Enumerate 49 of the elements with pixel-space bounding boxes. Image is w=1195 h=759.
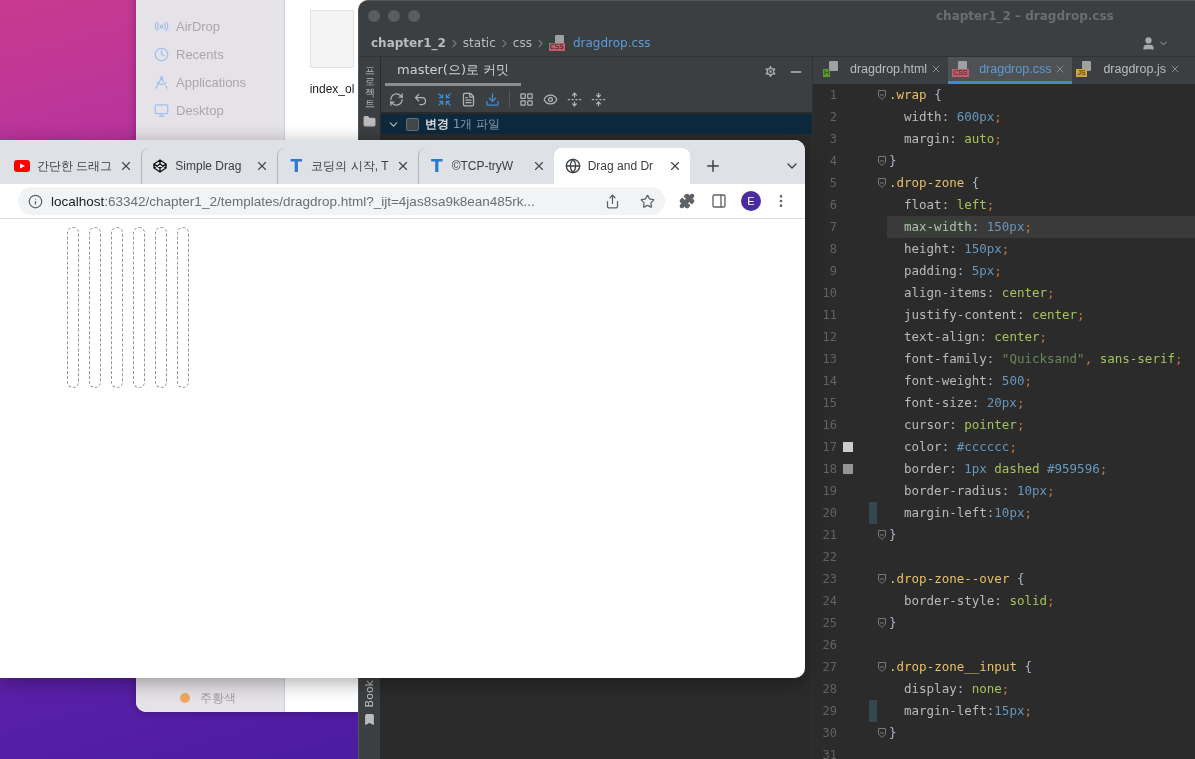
line-number: 8: [828, 242, 837, 256]
line-number: 16: [821, 418, 837, 432]
profile-avatar[interactable]: E: [741, 191, 761, 211]
line-number: 23: [821, 572, 837, 586]
line-number: 14: [821, 374, 837, 388]
line-number: 21: [821, 528, 837, 542]
browser-tab[interactable]: T 코딩의 시작, T: [277, 148, 418, 184]
line-number: 11: [821, 308, 837, 322]
browser-tab[interactable]: Drag and Dr: [553, 148, 690, 184]
line-number: 13: [821, 352, 837, 366]
line-number: 4: [828, 154, 837, 168]
line-number: 28: [821, 682, 837, 696]
line-number: 30: [821, 726, 837, 740]
favicon-letter: T: [429, 156, 444, 176]
tool-window-label[interactable]: 프로젝트: [364, 65, 375, 109]
line-number: 3: [828, 132, 837, 146]
browser-tab[interactable]: 간단한 드래그: [3, 148, 142, 184]
file-name[interactable]: index_ol: [309, 82, 355, 96]
line-number: 1: [828, 88, 837, 102]
line-number: 18: [821, 462, 837, 476]
line-number: 2: [828, 110, 837, 124]
breadcrumb-item[interactable]: css: [512, 36, 532, 50]
line-number: 5: [828, 176, 837, 190]
line-number: 7: [828, 220, 837, 234]
breadcrumb-item[interactable]: static: [462, 36, 496, 50]
line-number: 6: [828, 198, 837, 212]
line-number: 25: [821, 616, 837, 630]
line-number: 9: [828, 264, 837, 278]
line-number: 22: [821, 550, 837, 564]
line-number: 26: [821, 638, 837, 652]
tool-window-label[interactable]: Book: [362, 675, 377, 711]
line-number: 19: [821, 484, 837, 498]
changes-label: 변경 1개 파일: [425, 115, 501, 133]
breadcrumb-item[interactable]: chapter1_2: [371, 36, 446, 50]
line-number: 17: [821, 440, 837, 454]
line-number: 31: [821, 748, 837, 759]
browser-tab[interactable]: T ©TCP-tryW: [417, 148, 554, 184]
line-number: 27: [821, 660, 837, 674]
line-number: 20: [821, 506, 837, 520]
line-number: 24: [821, 594, 837, 608]
line-number: 10: [821, 286, 837, 300]
browser-tab[interactable]: Simple Drag: [141, 148, 278, 184]
changes-row[interactable]: 변경 1개 파일: [381, 114, 812, 134]
favicon-letter: T: [289, 156, 304, 176]
address-bar[interactable]: localhost:63342/chapter1_2/templates/dragdrop.html?_ijt=4jas8sa9k8ean485rk...: [18, 187, 665, 215]
line-number: 15: [821, 396, 837, 410]
breadcrumb-item[interactable]: dragdrop.css: [572, 36, 651, 50]
line-number: 12: [821, 330, 837, 344]
line-number: 29: [821, 704, 837, 718]
